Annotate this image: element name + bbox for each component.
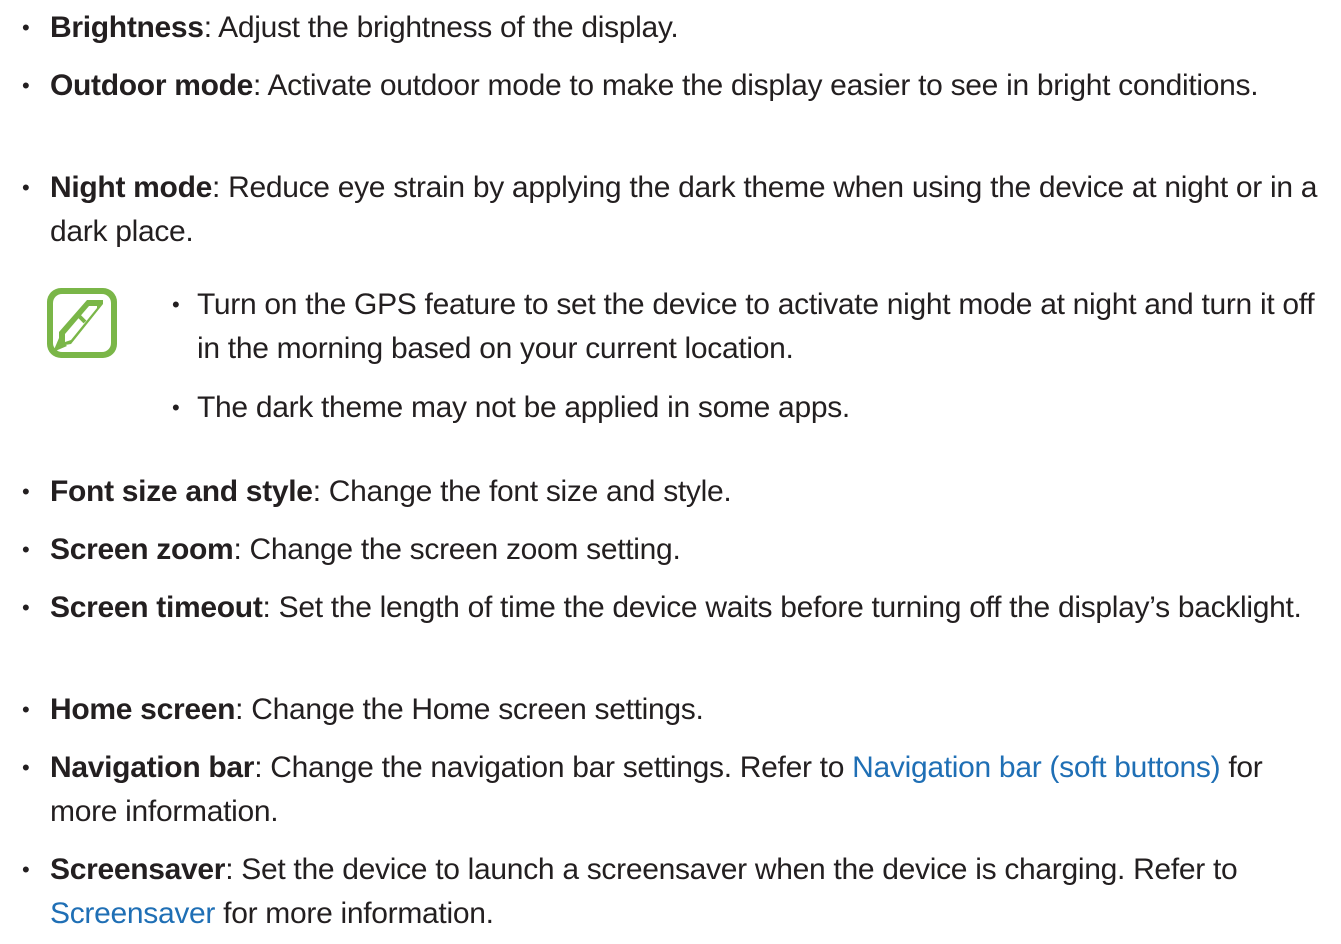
list-item-night-mode: Night mode: Reduce eye strain by applyin… [50, 166, 1320, 254]
bullet-dot: • [22, 175, 30, 200]
note-pencil-icon [45, 286, 119, 360]
item-description: Change the screen zoom setting. [249, 533, 681, 566]
bullet-dot: • [22, 479, 30, 504]
list-item-screensaver: Screensaver: Set the device to launch a … [50, 848, 1320, 936]
item-description: Activate outdoor mode to make the displa… [267, 69, 1259, 102]
list-item-brightness: Brightness: Adjust the brightness of the… [50, 6, 1320, 50]
item-separator: : [212, 171, 229, 204]
item-description: Change the navigation bar settings. Refe… [270, 751, 853, 784]
item-separator: : [253, 69, 268, 102]
bullet-dot: • [22, 595, 30, 620]
list-item-outdoor-mode: Outdoor mode: Activate outdoor mode to m… [50, 64, 1320, 108]
item-separator: : [262, 591, 279, 624]
item-separator: : [312, 475, 329, 508]
item-separator: : [225, 853, 242, 886]
item-description: Change the Home screen settings. [251, 693, 704, 726]
item-term: Outdoor mode [50, 69, 254, 102]
list-item-screen-zoom: Screen zoom: Change the screen zoom sett… [50, 528, 1320, 572]
bullet-dot: • [22, 697, 30, 722]
bullet-dot: • [22, 755, 30, 780]
bullet-dot: • [22, 15, 30, 40]
bullet-dot: • [22, 537, 30, 562]
screensaver-link[interactable]: Screensaver [50, 897, 215, 930]
item-term: Font size and style [50, 475, 313, 508]
item-description: Adjust the brightness of the display. [218, 11, 679, 44]
item-description: Change the font size and style. [328, 475, 732, 508]
item-term: Screen zoom [50, 533, 234, 566]
note-item: Turn on the GPS feature to set the devic… [197, 288, 1315, 365]
item-term: Screensaver [50, 853, 226, 886]
item-description-end: for more information. [215, 897, 494, 930]
item-separator: : [254, 751, 271, 784]
list-item-font-size-and-style: Font size and style: Change the font siz… [50, 470, 1320, 514]
item-separator: : [235, 693, 252, 726]
bullet-dot: • [172, 395, 180, 420]
item-description: Set the device to launch a screensaver w… [241, 853, 1238, 886]
navigation-bar-link[interactable]: Navigation bar (soft buttons) [852, 751, 1220, 784]
item-separator: : [203, 11, 219, 44]
list-item-home-screen: Home screen: Change the Home screen sett… [50, 688, 1320, 732]
bullet-dot: • [22, 857, 30, 882]
item-term: Navigation bar [50, 751, 255, 784]
bullet-dot: • [22, 73, 30, 98]
list-item-navigation-bar: Navigation bar: Change the navigation ba… [50, 746, 1320, 834]
item-term: Night mode [50, 171, 212, 204]
item-description: Set the length of time the device waits … [278, 591, 1302, 624]
note-item: The dark theme may not be applied in som… [197, 391, 850, 424]
item-term: Screen timeout [50, 591, 263, 624]
list-item-screen-timeout: Screen timeout: Set the length of time t… [50, 586, 1320, 630]
item-separator: : [233, 533, 250, 566]
item-term: Brightness [50, 11, 204, 44]
item-term: Home screen [50, 693, 236, 726]
item-description: Reduce eye strain by applying the dark t… [50, 171, 1318, 248]
bullet-dot: • [172, 292, 180, 317]
